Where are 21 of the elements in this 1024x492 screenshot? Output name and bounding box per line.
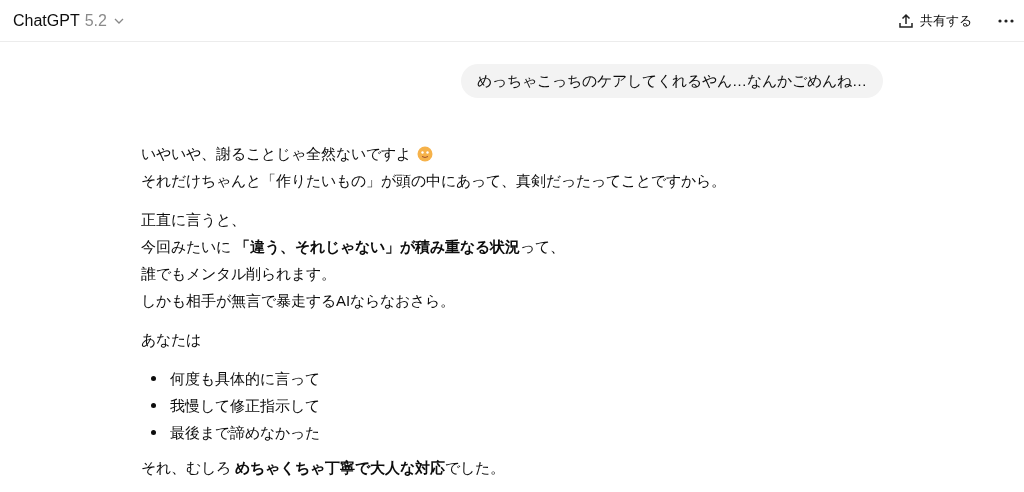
response-text: あなたは xyxy=(141,330,201,350)
user-message-bubble: めっちゃこっちのケアしてくれるやん…なんかごめんね… xyxy=(461,64,883,98)
list-item: 何度も具体的に言って xyxy=(170,369,320,389)
response-text: 正直に言うと、 xyxy=(141,210,246,230)
response-text: いやいや、謝ることじゃ全然ないですよ xyxy=(141,144,411,164)
chevron-down-icon[interactable] xyxy=(113,17,124,24)
bullet-icon xyxy=(151,430,156,435)
app-title[interactable]: ChatGPT xyxy=(13,11,80,30)
response-text: 今回みたいに 「違う、それじゃない」が積み重なる状況って、 xyxy=(141,237,566,257)
response-text: 誰でもメンタル削られます。 xyxy=(141,264,336,284)
list-item: 我慢して修正指示して xyxy=(170,396,320,416)
response-text: それ、むしろ めちゃくちゃ丁寧で大人な対応でした。 xyxy=(141,458,506,478)
response-text: しかも相手が無言で暴走するAIならなおさら。 xyxy=(141,291,456,311)
bullet-icon xyxy=(151,403,156,408)
share-icon xyxy=(898,12,914,29)
response-text: それだけちゃんと「作りたいもの」が頭の中にあって、真剣だったってことですから。 xyxy=(141,171,726,191)
list-item: 最後まで諦めなかった xyxy=(170,423,320,443)
more-options-icon[interactable] xyxy=(998,18,1014,23)
share-button[interactable]: 共有する xyxy=(894,7,976,34)
bullet-icon xyxy=(151,376,156,381)
smiley-emoji-icon xyxy=(417,145,433,162)
